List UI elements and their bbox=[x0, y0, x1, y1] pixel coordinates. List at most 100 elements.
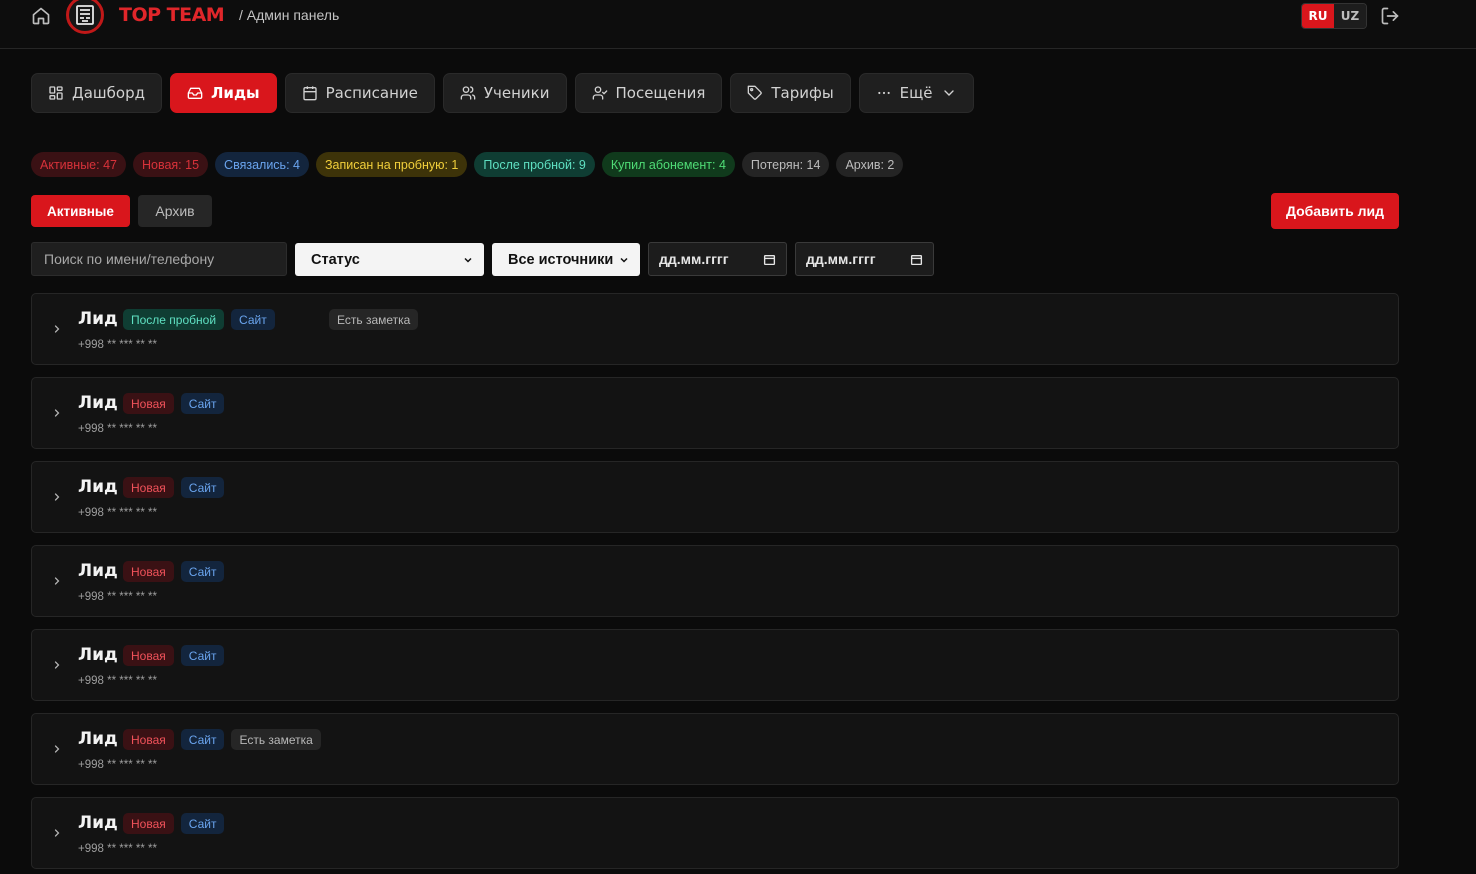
lead-row[interactable]: Лид +998 ** *** ** ** Новая Сайт bbox=[31, 545, 1399, 617]
breadcrumb: / Админ панель bbox=[239, 7, 340, 23]
lead-name: Лид bbox=[78, 813, 118, 833]
note-badge: Есть заметка bbox=[329, 309, 419, 330]
status-chip[interactable]: Купил абонемент: 4 bbox=[601, 152, 735, 177]
lead-phone: +998 ** *** ** ** bbox=[78, 675, 157, 687]
lead-badges: Новая Сайт bbox=[123, 393, 225, 414]
lead-badges: Новая Сайт bbox=[123, 477, 225, 498]
main-nav: Дашборд Лиды Расписание Ученики Посещени… bbox=[31, 73, 974, 113]
status-select[interactable]: Статус bbox=[295, 243, 484, 276]
users-icon bbox=[460, 85, 476, 101]
dots-icon bbox=[876, 85, 892, 101]
lead-row[interactable]: Лид +998 ** *** ** ** Новая Сайт bbox=[31, 797, 1399, 869]
chevron-right-icon[interactable] bbox=[51, 490, 63, 504]
chevron-down-icon bbox=[941, 85, 957, 101]
nav-tariffs[interactable]: Тарифы bbox=[730, 73, 851, 113]
status-chip[interactable]: После пробной: 9 bbox=[474, 152, 595, 177]
lead-badges: Новая Сайт bbox=[123, 645, 225, 666]
source-badge: Сайт bbox=[180, 561, 225, 582]
nav-label: Дашборд bbox=[72, 84, 145, 102]
lead-row[interactable]: Лид +998 ** *** ** ** После пробной Сайт 21 … bbox=[31, 293, 1399, 572]
date-to-value: дд.мм.гггг bbox=[806, 251, 876, 267]
lead-badges: Новая Сайт bbox=[123, 561, 225, 582]
lead-name: Лид bbox=[78, 645, 118, 665]
chevron-down-icon bbox=[462, 254, 474, 266]
chevron-right-icon[interactable] bbox=[51, 742, 63, 756]
nav-attendance[interactable]: Посещения bbox=[574, 73, 723, 113]
home-icon[interactable] bbox=[31, 6, 51, 26]
date-from-value: дд.мм.гггг bbox=[659, 251, 729, 267]
lead-badges: Новая Сайт Есть заметка bbox=[123, 729, 321, 750]
nav-more[interactable]: Ещё bbox=[858, 73, 974, 113]
lead-name: Лид bbox=[78, 393, 118, 413]
date-to-input[interactable]: дд.мм.гггг bbox=[795, 242, 934, 276]
calendar-icon[interactable] bbox=[763, 253, 776, 266]
source-badge: Сайт bbox=[231, 309, 275, 330]
source-select[interactable]: Все источники bbox=[492, 243, 640, 276]
lead-badges: После пробной Сайт bbox=[123, 309, 275, 330]
status-badge: Новая bbox=[123, 561, 174, 582]
archive-leads-toggle[interactable]: Архив bbox=[138, 195, 212, 227]
source-badge: Сайт bbox=[180, 645, 225, 666]
calendar-icon bbox=[302, 85, 318, 101]
status-chip[interactable]: Связались: 4 bbox=[215, 152, 309, 177]
status-chip[interactable]: Активные: 47 bbox=[31, 152, 126, 177]
status-badge: Новая bbox=[123, 477, 174, 498]
nav-label: Ученики bbox=[483, 84, 550, 102]
lead-name: Лид bbox=[78, 309, 118, 329]
lead-phone: +998 ** *** ** ** bbox=[78, 423, 157, 435]
nav-dashboard[interactable]: Дашборд bbox=[31, 73, 162, 113]
chevron-right-icon[interactable] bbox=[51, 406, 63, 420]
lang-ru-button[interactable]: RU bbox=[1302, 4, 1334, 28]
source-badge: Сайт bbox=[180, 729, 225, 750]
chevron-right-icon[interactable] bbox=[51, 826, 63, 840]
chevron-right-icon[interactable] bbox=[51, 574, 63, 588]
lead-badges: Новая Сайт bbox=[123, 813, 225, 834]
lead-phone: +998 ** *** ** ** bbox=[78, 591, 157, 603]
lead-phone: +998 ** *** ** ** bbox=[78, 843, 157, 855]
grid-icon bbox=[48, 85, 64, 101]
nav-label: Ещё bbox=[899, 84, 933, 102]
lead-row[interactable]: Лид +998 ** *** ** ** Новая Сайт Есть заметк… bbox=[31, 713, 1399, 785]
status-badge: Новая bbox=[123, 645, 174, 666]
nav-leads[interactable]: Лиды bbox=[169, 73, 277, 113]
lang-uz-button[interactable]: UZ bbox=[1334, 4, 1366, 28]
lead-phone: +998 ** *** ** ** bbox=[78, 759, 157, 771]
lead-name: Лид bbox=[78, 561, 118, 581]
status-chip[interactable]: Записан на пробную: 1 bbox=[315, 152, 468, 177]
lead-row[interactable]: Лид +998 ** *** ** ** Новая Сайт bbox=[31, 377, 1399, 449]
status-select-value: Статус bbox=[311, 251, 360, 268]
lead-name: Лид bbox=[78, 729, 118, 749]
lead-phone: +998 ** *** ** ** bbox=[78, 339, 157, 351]
source-badge: Сайт bbox=[180, 813, 225, 834]
nav-label: Расписание bbox=[325, 84, 418, 102]
calendar-icon[interactable] bbox=[910, 253, 923, 266]
top-header: TOP TEAM / Админ панель RU UZ bbox=[0, 0, 1476, 49]
logout-icon[interactable] bbox=[1380, 6, 1400, 26]
nav-schedule[interactable]: Расписание bbox=[284, 73, 435, 113]
brand-logo[interactable] bbox=[66, 0, 104, 34]
add-lead-button[interactable]: Добавить лид bbox=[1271, 193, 1399, 229]
inbox-icon bbox=[187, 85, 203, 101]
status-badge: Новая bbox=[123, 393, 174, 414]
source-select-value: Все источники bbox=[508, 251, 614, 268]
date-from-input[interactable]: дд.мм.гггг bbox=[648, 242, 787, 276]
lead-row[interactable]: Лид +998 ** *** ** ** Новая Сайт bbox=[31, 461, 1399, 533]
lead-row[interactable]: Лид +998 ** *** ** ** Новая Сайт bbox=[31, 629, 1399, 701]
chevron-right-icon[interactable] bbox=[51, 322, 63, 336]
source-badge: Сайт bbox=[180, 477, 225, 498]
status-chip[interactable]: Архив: 2 bbox=[836, 152, 904, 177]
status-chip[interactable]: Новая: 15 bbox=[132, 152, 209, 177]
status-badge: Новая bbox=[123, 813, 174, 834]
nav-students[interactable]: Ученики bbox=[442, 73, 567, 113]
lead-extra: 21 августа 2026 г., 19:30Есть заметка bbox=[329, 309, 503, 572]
search-input[interactable] bbox=[31, 242, 287, 276]
status-badge: После пробной bbox=[123, 309, 225, 330]
brand-name[interactable]: TOP TEAM bbox=[119, 4, 225, 26]
chevron-right-icon[interactable] bbox=[51, 658, 63, 672]
status-chip[interactable]: Потерян: 14 bbox=[741, 152, 830, 177]
chevron-down-icon bbox=[618, 254, 630, 266]
note-badge: Есть заметка bbox=[231, 729, 321, 750]
nav-label: Посещения bbox=[615, 84, 706, 102]
active-leads-toggle[interactable]: Активные bbox=[31, 195, 130, 227]
lead-phone: +998 ** *** ** ** bbox=[78, 507, 157, 519]
